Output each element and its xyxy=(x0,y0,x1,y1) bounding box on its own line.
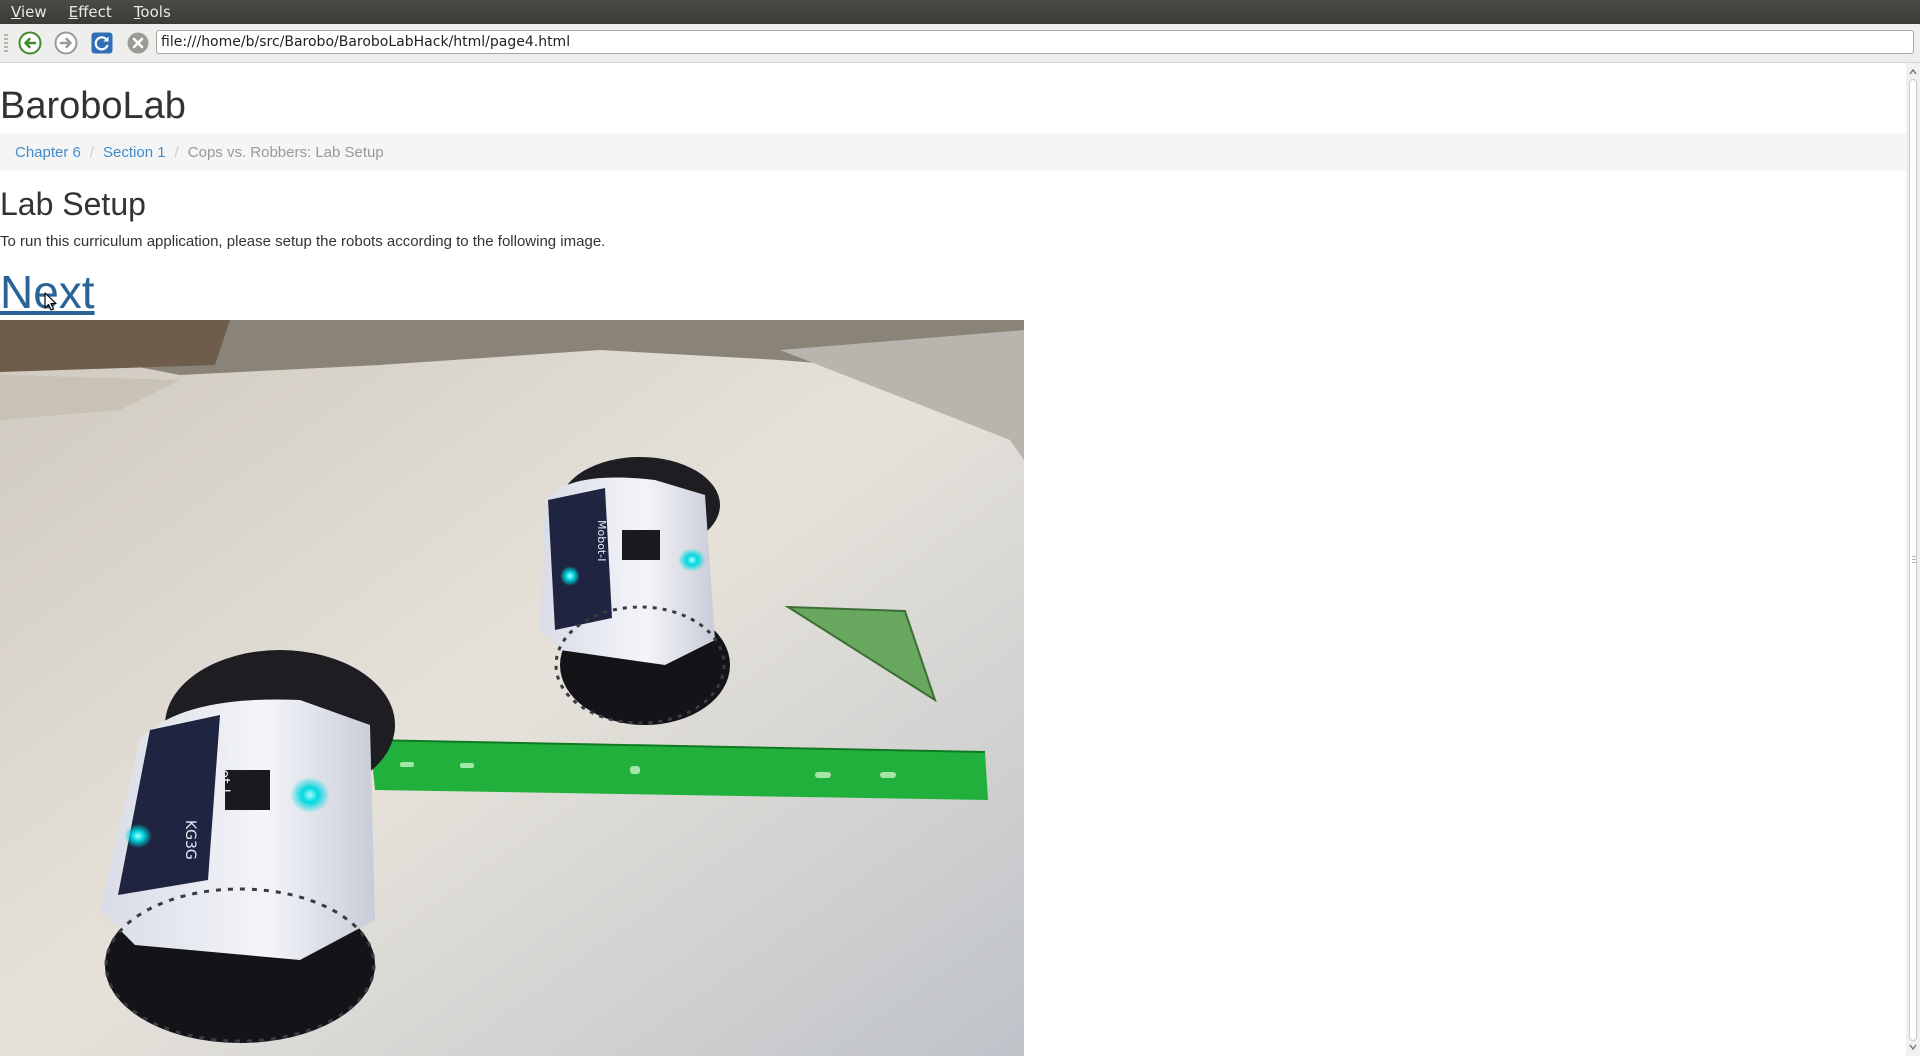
stop-button[interactable] xyxy=(124,29,152,57)
robot-label: Mobot-I xyxy=(216,740,232,793)
robots-setup-image: Mobot-I G2P1 Mobot-I KG3G xyxy=(0,320,1024,1056)
breadcrumb-current-page: Cops vs. Robbers: Lab Setup xyxy=(187,143,384,161)
back-button[interactable] xyxy=(16,29,44,57)
stop-icon xyxy=(127,32,149,54)
breadcrumb-separator: / xyxy=(174,143,179,161)
robot-label: G2P1 xyxy=(609,578,622,607)
scrollbar-grip xyxy=(1912,556,1916,564)
scrollbar-thumb[interactable] xyxy=(1909,79,1917,1041)
reload-button[interactable] xyxy=(88,29,116,57)
lab-setup-photo: Mobot-I G2P1 Mobot-I KG3G xyxy=(0,320,1024,1056)
url-bar[interactable]: file:///home/b/src/Barobo/BaroboLabHack/… xyxy=(156,30,1914,54)
forward-button[interactable] xyxy=(52,29,80,57)
menu-view[interactable]: View xyxy=(0,0,58,24)
scroll-up-icon[interactable] xyxy=(1908,67,1918,77)
mouse-cursor-icon xyxy=(44,292,57,311)
site-title: BaroboLab xyxy=(0,85,186,127)
scroll-down-icon[interactable] xyxy=(1908,1042,1918,1052)
breadcrumb-chapter-link[interactable]: Chapter 6 xyxy=(15,144,81,161)
navigation-toolbar: file:///home/b/src/Barobo/BaroboLabHack/… xyxy=(0,24,1920,63)
page-content: BaroboLab Chapter 6 / Section 1 / Cops v… xyxy=(0,63,1906,1056)
breadcrumb-section-link[interactable]: Section 1 xyxy=(103,144,166,161)
breadcrumb: Chapter 6 / Section 1 / Cops vs. Robbers… xyxy=(0,133,1906,171)
intro-text: To run this curriculum application, plea… xyxy=(0,233,606,250)
toolbar-grip[interactable] xyxy=(4,34,8,52)
forward-arrow-icon xyxy=(54,31,78,55)
robot-label: Mobot-I xyxy=(595,520,608,561)
section-heading: Lab Setup xyxy=(0,186,146,222)
back-arrow-icon xyxy=(18,31,42,55)
menu-effect[interactable]: Effect xyxy=(58,0,123,24)
robot-label: KG3G xyxy=(182,820,198,860)
menu-tools[interactable]: Tools xyxy=(123,0,182,24)
vertical-scrollbar[interactable] xyxy=(1906,63,1920,1056)
menubar: View Effect Tools xyxy=(0,0,1920,24)
breadcrumb-separator: / xyxy=(89,143,95,161)
reload-icon xyxy=(91,32,113,54)
